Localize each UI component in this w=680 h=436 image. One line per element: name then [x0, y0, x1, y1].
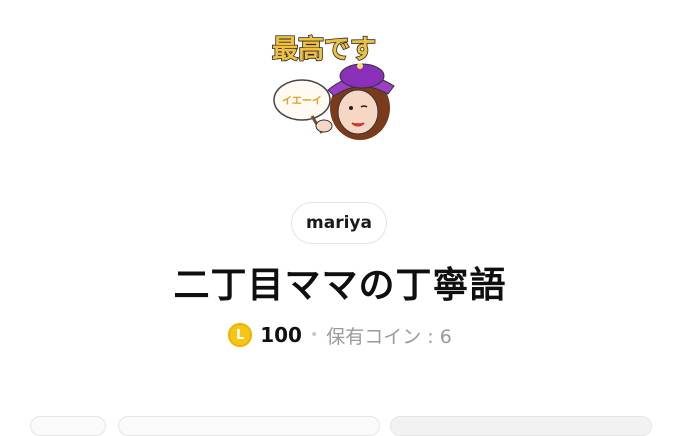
price-amount: 100 [260, 323, 302, 347]
sticker-caption: 最高です [272, 34, 376, 65]
separator-dot: • [309, 327, 319, 343]
bottom-action-button-2[interactable] [118, 416, 380, 436]
bottom-action-button-3[interactable] [390, 416, 652, 436]
owned-coins: 保有コイン : 6 [326, 325, 452, 348]
coin-icon: L [228, 323, 253, 347]
bottom-action-row [0, 416, 680, 436]
price-row: L 100 • 保有コイン : 6 [0, 320, 680, 350]
creator-name: mariya [306, 213, 372, 233]
fan-text: イエーイ [282, 95, 322, 107]
bottom-action-button-1[interactable] [30, 416, 106, 436]
sticker-set-title: 二丁目ママの丁寧語 [173, 265, 507, 306]
creator-name-button[interactable]: mariya [291, 202, 387, 244]
sticker-preview-image: 最高です イエーイ [262, 28, 414, 146]
